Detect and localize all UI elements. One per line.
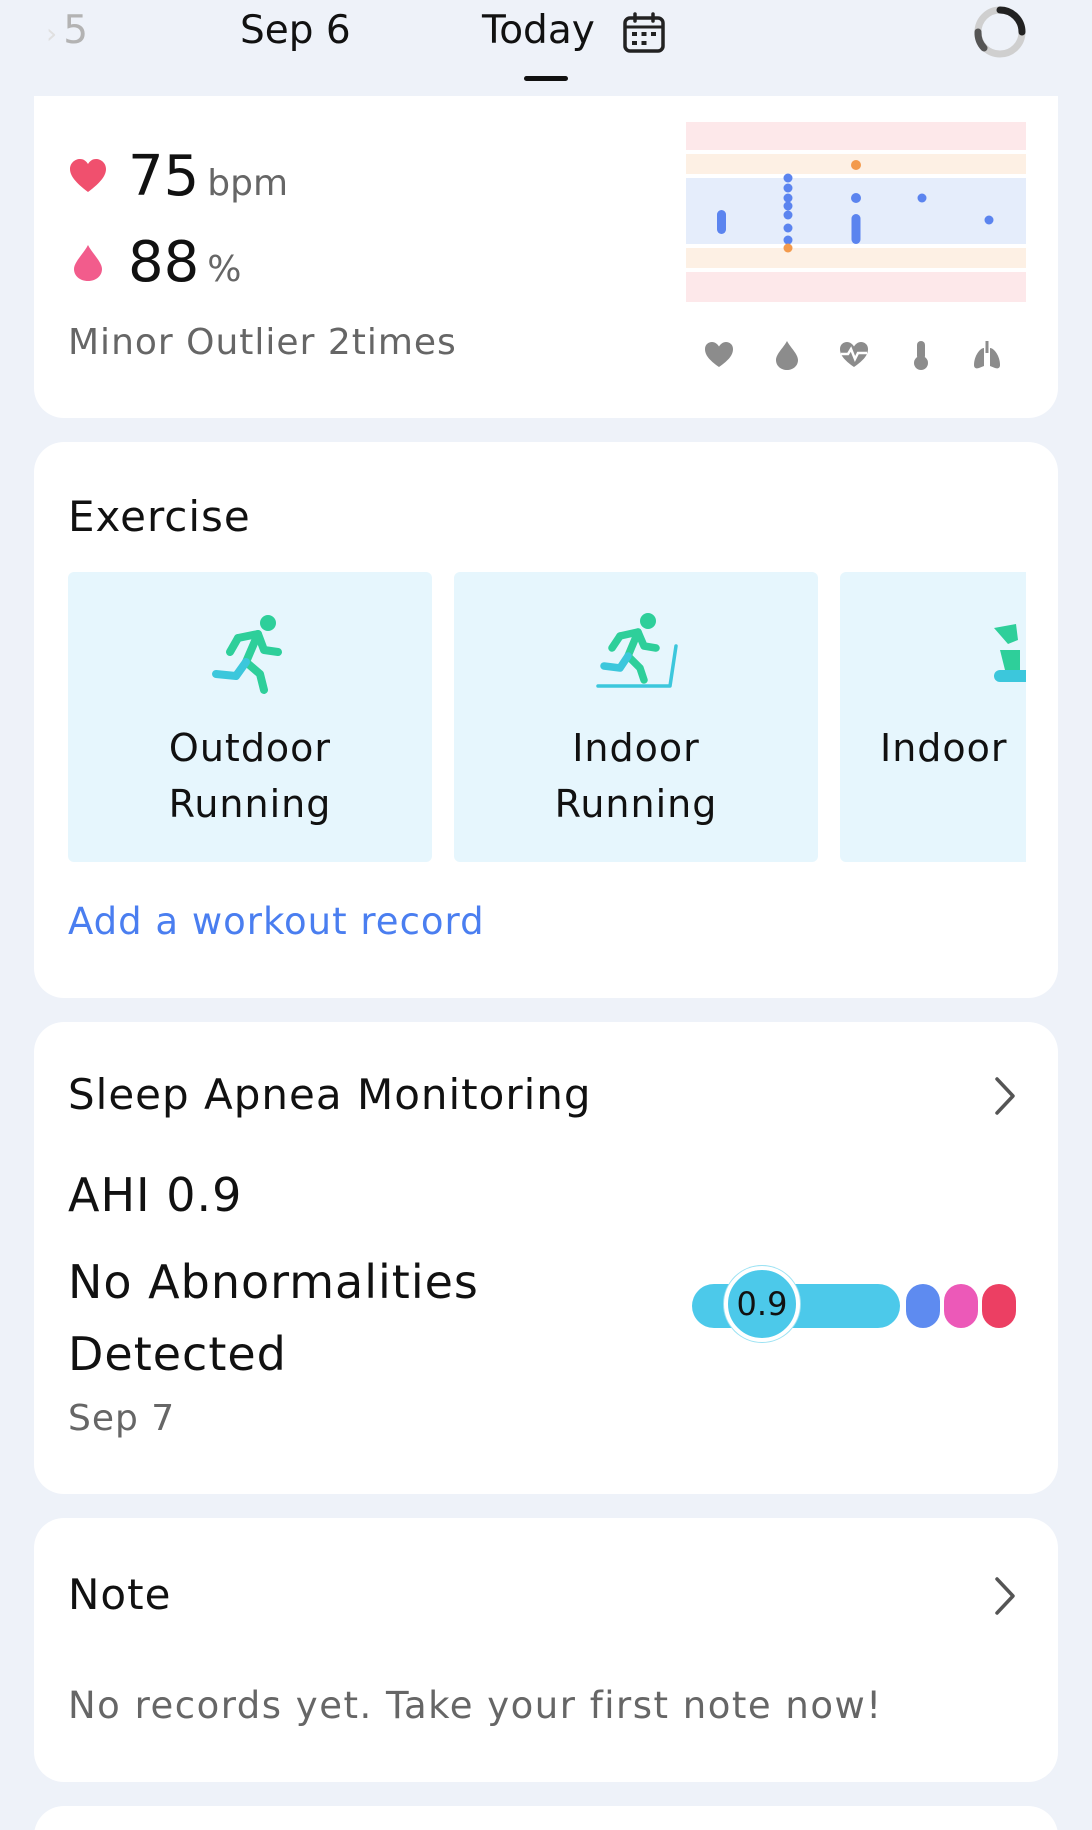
alert-band-bottom (686, 272, 1026, 302)
next-card-peek (34, 1806, 1058, 1830)
tile-label-line1: Indoor (880, 726, 1008, 770)
outlier-summary: Minor Outlier 2times (68, 322, 457, 363)
temp-point (917, 193, 927, 203)
note-title: Note (68, 1570, 172, 1619)
sleep-apnea-title: Sleep Apnea Monitoring (68, 1070, 592, 1119)
note-empty-state: No records yet. Take your first note now… (68, 1684, 883, 1727)
calendar-icon[interactable] (622, 12, 666, 54)
outdoor-running-icon (212, 615, 282, 694)
vitals-card[interactable]: 75 bpm 88 % Minor Outlier 2times (34, 96, 1058, 418)
tile-label: Indoor (840, 720, 1026, 776)
spo2-point (783, 223, 793, 233)
note-card[interactable]: Note No records yet. Take your first not… (34, 1518, 1058, 1782)
exercise-tiles[interactable]: Outdoor Running Indoor Running Indoor (68, 572, 1026, 862)
tile-label-line2: Running (168, 782, 332, 826)
loading-ring-icon[interactable] (970, 2, 1030, 62)
resp-point (984, 215, 994, 225)
drop-icon (74, 244, 102, 281)
ahi-value: AHI 0.9 (68, 1168, 243, 1222)
spo2-point (783, 201, 793, 211)
heart-rate-row: 75 bpm (68, 144, 288, 209)
hrv-outlier-point (851, 160, 861, 170)
hrv-range-bar (851, 214, 861, 244)
spo2-point (783, 183, 793, 193)
alert-band-top (686, 122, 1026, 150)
sleep-apnea-card[interactable]: Sleep Apnea Monitoring AHI 0.9 No Abnorm… (34, 1022, 1058, 1494)
today-indicator (524, 76, 568, 81)
tile-label: Outdoor Running (68, 720, 432, 832)
date-today[interactable]: Today (482, 8, 595, 53)
hrv-point (851, 193, 861, 203)
scale-marker: 0.9 (724, 1266, 800, 1342)
partial-date-fragment: › (46, 17, 58, 50)
spo2-row: 88 % (68, 230, 241, 295)
warn-band-bottom (686, 248, 1026, 268)
spo2-point (783, 235, 793, 245)
heart-pulse-icon (840, 342, 868, 367)
scale-segment-moderate (944, 1284, 978, 1328)
chevron-right-icon[interactable] (992, 1074, 1018, 1118)
date-prev[interactable]: › 5 (46, 8, 88, 53)
spo2-point (783, 193, 793, 203)
exercise-card: Exercise Outdoor Running Indoor Running … (34, 442, 1058, 998)
exercise-title: Exercise (68, 492, 251, 541)
heart-rate-value: 75 (128, 144, 200, 209)
heart-icon (705, 342, 733, 367)
vitals-chart-legend (686, 338, 1026, 374)
spo2-outlier-point (783, 243, 793, 253)
spo2-point (783, 173, 793, 183)
apnea-status: No Abnormalities Detected (68, 1255, 479, 1381)
date-bar: › 5 Sep 6 Today (0, 0, 1092, 100)
exercise-tile-indoor-cycling[interactable]: Indoor (840, 572, 1026, 862)
drop-icon (776, 341, 798, 370)
chevron-right-icon[interactable] (992, 1574, 1018, 1618)
exercise-tile-indoor-running[interactable]: Indoor Running (454, 572, 818, 862)
heart-icon (70, 158, 106, 192)
scale-segment-severe (982, 1284, 1016, 1328)
heart-range-bar (717, 210, 726, 234)
tile-label-line1: Outdoor (168, 726, 332, 770)
date-prev-label: 5 (63, 8, 89, 53)
tile-label-line1: Indoor (572, 726, 700, 770)
scale-segment-mild (906, 1284, 940, 1328)
spo2-value: 88 (128, 230, 200, 295)
apnea-date: Sep 7 (68, 1398, 176, 1439)
date-sep6[interactable]: Sep 6 (240, 8, 351, 53)
lungs-icon (974, 341, 1000, 369)
spo2-point (783, 210, 793, 220)
ahi-severity-scale: 0.9 (692, 1266, 1026, 1346)
tile-label-line2: Running (554, 782, 718, 826)
heart-rate-unit: bpm (207, 163, 289, 204)
indoor-running-icon (596, 613, 678, 688)
tile-label: Indoor Running (454, 720, 818, 832)
indoor-cycling-icon (994, 624, 1026, 682)
spo2-unit: % (207, 249, 242, 290)
exercise-tile-outdoor-running[interactable]: Outdoor Running (68, 572, 432, 862)
thermometer-icon (914, 341, 928, 370)
add-workout-link[interactable]: Add a workout record (68, 900, 485, 943)
vitals-mini-chart (686, 122, 1026, 302)
